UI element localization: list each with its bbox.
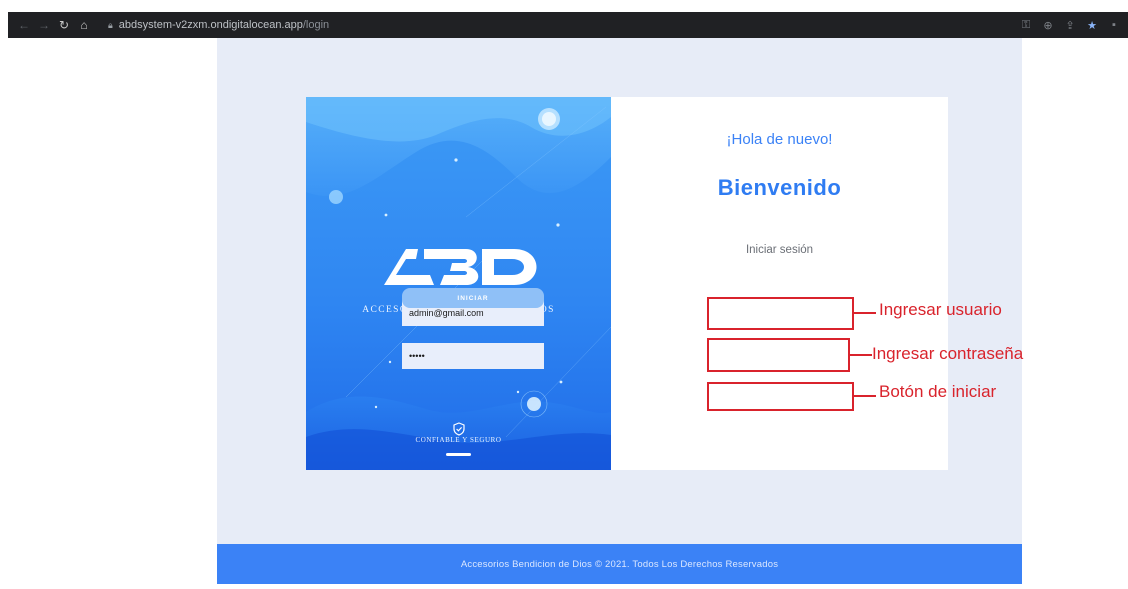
login-card: ACCESORIOS BENDICION DE DIOS CONFIABLE Y…: [306, 97, 948, 470]
brand-panel: ACCESORIOS BENDICION DE DIOS CONFIABLE Y…: [306, 97, 611, 470]
home-icon[interactable]: ⌂: [74, 12, 94, 38]
slide-indicator[interactable]: [446, 453, 471, 456]
username-highlight-line: [854, 312, 876, 314]
footer: Accesorios Bendicion de Dios © 2021. Tod…: [217, 544, 1022, 584]
extension-icon[interactable]: ▪: [1106, 19, 1122, 31]
bookmark-star-icon[interactable]: ★: [1084, 19, 1100, 32]
browser-nav: ← → ↻ ⌂: [14, 12, 94, 38]
share-icon[interactable]: ⇪: [1062, 19, 1078, 32]
abd-logo: [384, 249, 537, 285]
tagline: CONFIABLE Y SEGURO: [415, 436, 502, 444]
browser-toolbar: ← → ↻ ⌂ 🔒︎ abdsystem-v2zxm.ondigitalocea…: [8, 12, 1128, 38]
forward-arrow-icon[interactable]: →: [34, 12, 54, 38]
zoom-icon[interactable]: ⊕: [1040, 19, 1056, 32]
url-host: abdsystem-v2zxm.ondigitalocean.app: [118, 19, 303, 31]
greeting: ¡Hola de nuevo!: [726, 131, 833, 148]
reload-icon[interactable]: ↻: [54, 12, 74, 38]
signin-subtitle: Iniciar sesión: [745, 244, 814, 256]
lock-icon[interactable]: 🔒︎: [108, 20, 113, 31]
address-bar[interactable]: 🔒︎ abdsystem-v2zxm.ondigitalocean.app/lo…: [108, 15, 1018, 35]
url-path: /login: [302, 19, 330, 31]
username-annotation: Ingresar usuario: [879, 300, 1002, 319]
button-annotation: Botón de iniciar: [879, 382, 997, 401]
back-arrow-icon[interactable]: ←: [14, 12, 34, 38]
shield-check-icon: [453, 422, 465, 436]
password-annotation: Ingresar contraseña: [872, 344, 1024, 363]
key-icon[interactable]: ⚿: [1018, 19, 1034, 32]
welcome-title: Bienvenido: [717, 175, 842, 200]
login-button[interactable]: INICIAR: [402, 288, 544, 308]
password-input[interactable]: [402, 343, 544, 369]
login-panel: ¡Hola de nuevo! Bienvenido Iniciar sesió…: [611, 97, 948, 470]
browser-actions: ⚿ ⊕ ⇪ ★ ▪: [1018, 19, 1122, 32]
button-highlight-line: [854, 395, 876, 397]
password-highlight-line: [850, 354, 872, 356]
footer-copyright: Accesorios Bendicion de Dios © 2021. Tod…: [460, 558, 779, 570]
